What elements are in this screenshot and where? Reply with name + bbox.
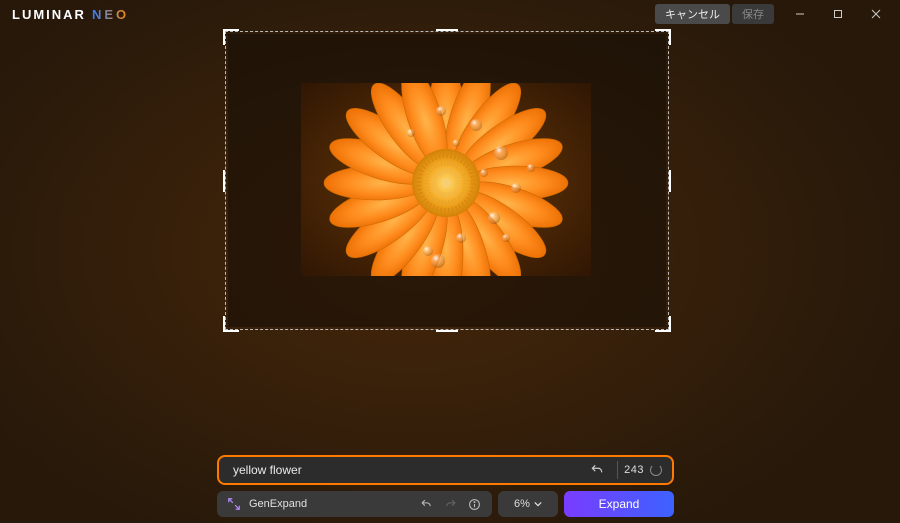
tool-pill: GenExpand (217, 491, 492, 517)
title-bar-actions: キャンセル 保存 (655, 0, 894, 28)
chevron-down-icon (534, 500, 542, 508)
crop-handle-top-right[interactable] (655, 29, 671, 45)
window-close-button[interactable] (858, 0, 894, 28)
save-button[interactable]: 保存 (732, 4, 774, 24)
logo-text-primary: LUMINAR (12, 7, 86, 22)
crop-handle-right[interactable] (669, 170, 671, 192)
window-maximize-button[interactable] (820, 0, 856, 28)
gen-toolbar: GenExpand 6% Expand (217, 491, 674, 517)
crop-handle-top-left[interactable] (223, 29, 239, 45)
zoom-value: 6% (514, 498, 530, 510)
zoom-dropdown[interactable]: 6% (498, 491, 558, 517)
prompt-bar: 243 (217, 455, 674, 485)
prompt-undo-button[interactable] (589, 462, 605, 478)
prompt-input[interactable] (233, 463, 589, 477)
loading-spinner-icon (650, 464, 662, 476)
title-bar: LUMINAR NEO キャンセル 保存 (0, 0, 900, 28)
info-icon[interactable] (466, 496, 482, 512)
tool-undo-button[interactable] (418, 496, 434, 512)
tool-redo-button[interactable] (442, 496, 458, 512)
expand-button[interactable]: Expand (564, 491, 674, 517)
divider (617, 461, 618, 479)
crop-handle-bottom-left[interactable] (223, 316, 239, 332)
crop-handle-bottom-right[interactable] (655, 316, 671, 332)
crop-frame[interactable] (225, 31, 669, 330)
crop-handle-left[interactable] (223, 170, 225, 192)
tool-name: GenExpand (249, 498, 410, 510)
logo-text-secondary: NEO (92, 7, 129, 22)
app-logo: LUMINAR NEO (12, 7, 129, 22)
cancel-button[interactable]: キャンセル (655, 4, 730, 24)
genexpand-icon (227, 497, 241, 511)
crop-handle-bottom[interactable] (436, 330, 458, 332)
crop-handle-top[interactable] (436, 29, 458, 31)
window-minimize-button[interactable] (782, 0, 818, 28)
token-count: 243 (624, 464, 644, 476)
expand-canvas[interactable] (225, 31, 669, 330)
